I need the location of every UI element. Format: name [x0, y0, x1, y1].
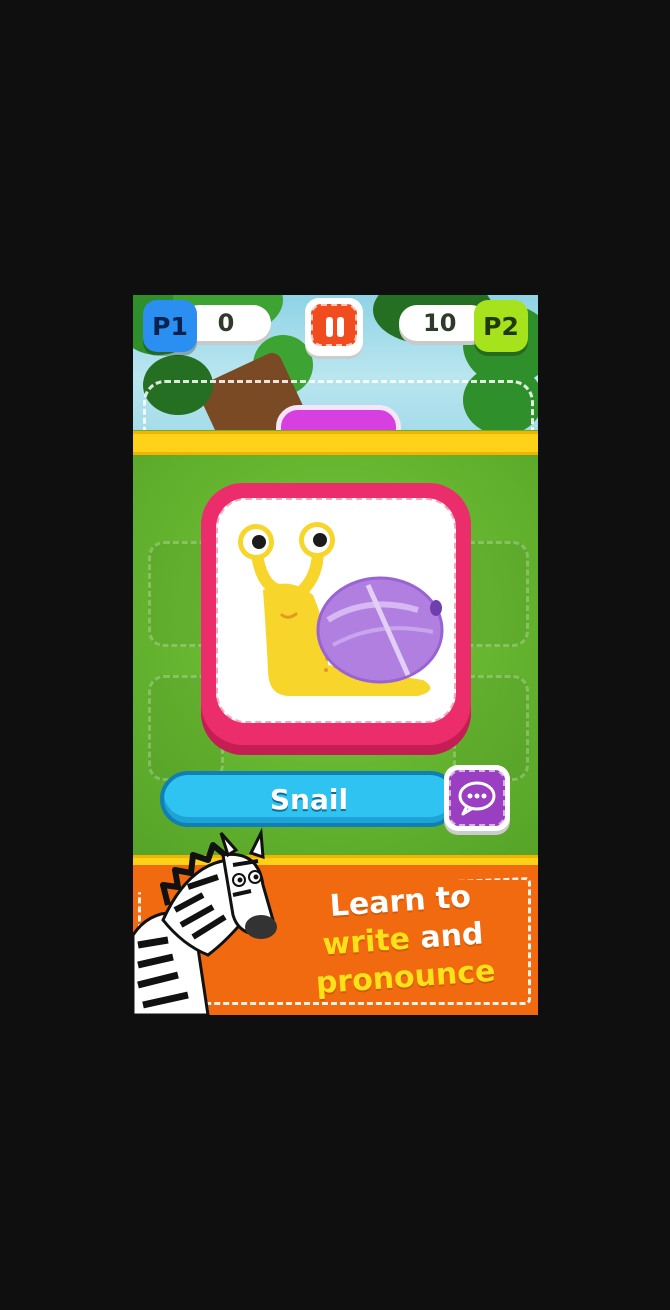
promo-highlight-write: write — [321, 921, 412, 963]
promo-line2-rest: and — [408, 916, 485, 957]
pause-icon — [311, 304, 357, 346]
picture-card-inner — [216, 498, 456, 723]
player2-label: P2 — [483, 311, 519, 341]
pause-button[interactable] — [305, 298, 363, 356]
word-bar: Snail — [160, 771, 458, 827]
game-screen: 0 P1 10 P2 Snail Learn to write and pron… — [133, 295, 538, 1015]
top-rail — [133, 431, 538, 455]
next-card-peek — [276, 405, 401, 430]
speech-bubble-icon — [449, 770, 505, 826]
player1-badge: P1 — [143, 300, 197, 352]
picture-card[interactable] — [201, 483, 471, 745]
word-label: Snail — [269, 782, 349, 816]
player1-score: 0 — [217, 309, 235, 337]
player2-score: 10 — [423, 309, 457, 337]
zebra-mascot — [133, 827, 277, 1015]
promo-text: Learn to write and pronounce — [269, 874, 536, 1006]
player2-badge: P2 — [474, 300, 528, 352]
pronounce-button[interactable] — [444, 765, 510, 831]
player1-label: P1 — [152, 311, 188, 341]
snail-illustration — [238, 522, 444, 696]
